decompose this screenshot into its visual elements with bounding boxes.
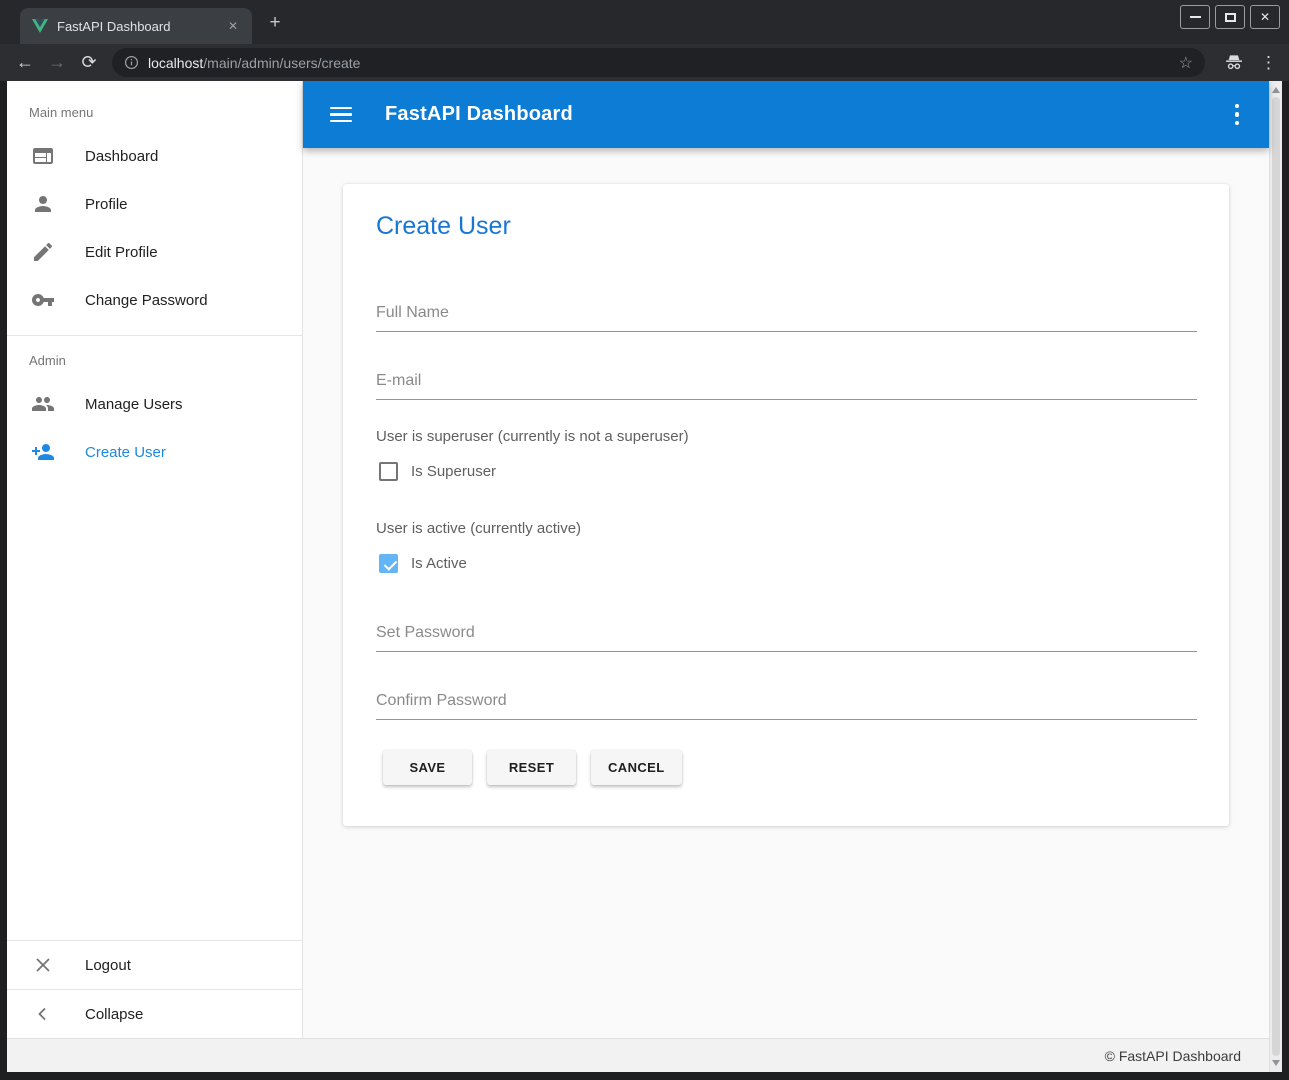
sidebar-item-label: Manage Users <box>85 396 183 413</box>
tab-title: FastAPI Dashboard <box>57 19 224 34</box>
active-hint: User is active (currently active) <box>376 520 581 537</box>
confirm-password-input[interactable] <box>376 692 1197 720</box>
app-bar-title: FastAPI Dashboard <box>385 103 573 126</box>
people-icon <box>31 392 55 416</box>
sidebar-section-main-menu: Main menu <box>7 81 302 132</box>
forward-icon[interactable]: → <box>42 52 72 73</box>
sidebar-bottom: Logout Collapse <box>7 940 302 1038</box>
close-window-button[interactable]: ✕ <box>1250 5 1280 29</box>
reload-icon[interactable]: ⟳ <box>74 52 104 73</box>
is-active-checkbox[interactable] <box>379 554 398 573</box>
sidebar-item-label: Dashboard <box>85 148 158 165</box>
tab-close-icon[interactable]: ✕ <box>224 17 242 35</box>
bookmark-star-icon[interactable]: ☆ <box>1179 53 1193 73</box>
is-active-row: Is Active <box>379 554 467 573</box>
person-icon <box>31 192 55 216</box>
app-bar-menu-icon[interactable] <box>1235 104 1240 126</box>
form-buttons: SAVE RESET CANCEL <box>383 750 682 785</box>
address-bar[interactable]: localhost/main/admin/users/create ☆ <box>112 48 1205 77</box>
window-controls: ✕ <box>1180 5 1280 29</box>
email-field-wrap <box>376 372 1197 400</box>
is-superuser-row: Is Superuser <box>379 462 496 481</box>
vue-favicon-icon <box>32 19 48 33</box>
url-text[interactable]: localhost/main/admin/users/create <box>148 55 360 71</box>
sidebar-item-create-user[interactable]: Create User <box>7 428 302 476</box>
back-icon[interactable]: ← <box>10 52 40 73</box>
sidebar-item-label: Logout <box>85 957 131 974</box>
person-add-icon <box>31 440 55 464</box>
scrollbar-thumb[interactable] <box>1272 97 1280 1056</box>
url-host: localhost <box>148 55 203 71</box>
maximize-button[interactable] <box>1215 5 1245 29</box>
maximize-icon <box>1225 13 1236 22</box>
sidebar-item-label: Profile <box>85 196 128 213</box>
sidebar-item-dashboard[interactable]: Dashboard <box>7 132 302 180</box>
key-icon <box>31 288 55 312</box>
dashboard-icon <box>31 144 55 168</box>
sidebar-item-label: Collapse <box>85 1006 143 1023</box>
sidebar-item-label: Change Password <box>85 292 208 309</box>
sidebar-item-logout[interactable]: Logout <box>7 941 302 989</box>
sidebar-item-change-password[interactable]: Change Password <box>7 276 302 324</box>
set-password-input[interactable] <box>376 624 1197 652</box>
browser-window: FastAPI Dashboard ✕ + ✕ ← → ⟳ localhost/… <box>0 0 1289 1080</box>
is-active-label: Is Active <box>411 555 467 572</box>
create-user-card: Create User User is superuser (currently… <box>343 184 1229 826</box>
set-password-field-wrap <box>376 624 1197 652</box>
page-footer: © FastAPI Dashboard <box>7 1038 1269 1072</box>
sidebar-item-label: Edit Profile <box>85 244 158 261</box>
copyright-text: © FastAPI Dashboard <box>1105 1048 1241 1064</box>
new-tab-button[interactable]: + <box>263 11 287 35</box>
confirm-password-field-wrap <box>376 692 1197 720</box>
full-name-input[interactable] <box>376 304 1197 332</box>
browser-tab[interactable]: FastAPI Dashboard ✕ <box>20 8 252 44</box>
sidebar-item-label: Create User <box>85 444 166 461</box>
vertical-scrollbar[interactable] <box>1269 81 1282 1072</box>
is-superuser-checkbox[interactable] <box>379 462 398 481</box>
superuser-hint: User is superuser (currently is not a su… <box>376 428 689 445</box>
scroll-down-icon[interactable] <box>1272 1060 1280 1066</box>
url-path: /main/admin/users/create <box>203 55 360 71</box>
cancel-button[interactable]: CANCEL <box>591 750 682 785</box>
sidebar-item-collapse[interactable]: Collapse <box>7 990 302 1038</box>
tab-strip: FastAPI Dashboard ✕ + ✕ <box>0 0 1289 44</box>
scroll-up-icon[interactable] <box>1272 87 1280 93</box>
pencil-icon <box>31 240 55 264</box>
sidebar: Main menu Dashboard Profile Edit Profile <box>7 81 303 1038</box>
sidebar-section-admin: Admin <box>7 336 302 380</box>
sidebar-item-edit-profile[interactable]: Edit Profile <box>7 228 302 276</box>
save-button[interactable]: SAVE <box>383 750 472 785</box>
app-bar: FastAPI Dashboard <box>303 81 1269 148</box>
page-title: Create User <box>376 212 511 241</box>
page-info-icon[interactable] <box>124 55 139 70</box>
minimize-button[interactable] <box>1180 5 1210 29</box>
hamburger-menu-icon[interactable] <box>330 107 352 123</box>
email-input[interactable] <box>376 372 1197 400</box>
incognito-icon <box>1224 54 1244 71</box>
page-viewport: Main menu Dashboard Profile Edit Profile <box>7 81 1282 1072</box>
full-name-field-wrap <box>376 304 1197 332</box>
sidebar-item-profile[interactable]: Profile <box>7 180 302 228</box>
is-superuser-label: Is Superuser <box>411 463 496 480</box>
chevron-left-icon <box>31 1002 55 1026</box>
reset-button[interactable]: RESET <box>487 750 576 785</box>
close-x-icon <box>31 953 55 977</box>
sidebar-item-manage-users[interactable]: Manage Users <box>7 380 302 428</box>
close-window-icon: ✕ <box>1260 11 1270 23</box>
browser-menu-icon[interactable]: ⋮ <box>1260 53 1277 73</box>
minimize-icon <box>1190 16 1201 18</box>
main-content: Create User User is superuser (currently… <box>303 148 1269 1038</box>
browser-toolbar: ← → ⟳ localhost/main/admin/users/create … <box>0 44 1289 81</box>
